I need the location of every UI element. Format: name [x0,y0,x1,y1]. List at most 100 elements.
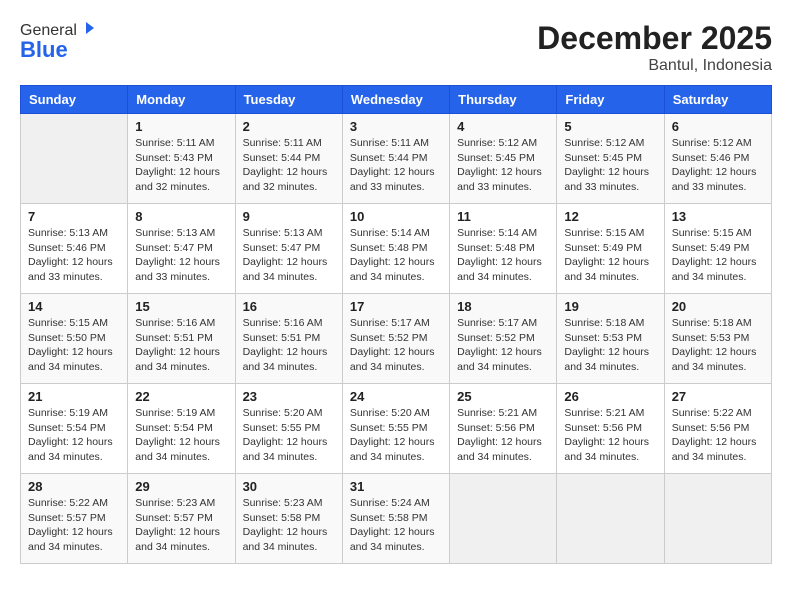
calendar-week-row: 28 Sunrise: 5:22 AMSunset: 5:57 PMDaylig… [21,474,772,564]
calendar-cell: 23 Sunrise: 5:20 AMSunset: 5:55 PMDaylig… [235,384,342,474]
calendar-cell: 24 Sunrise: 5:20 AMSunset: 5:55 PMDaylig… [342,384,449,474]
day-info: Sunrise: 5:14 AMSunset: 5:48 PMDaylight:… [350,227,435,283]
day-number: 6 [672,119,764,134]
day-info: Sunrise: 5:19 AMSunset: 5:54 PMDaylight:… [135,407,220,463]
calendar-cell: 19 Sunrise: 5:18 AMSunset: 5:53 PMDaylig… [557,294,664,384]
calendar-cell [21,114,128,204]
calendar-cell: 11 Sunrise: 5:14 AMSunset: 5:48 PMDaylig… [450,204,557,294]
day-number: 28 [28,479,120,494]
calendar-cell: 5 Sunrise: 5:12 AMSunset: 5:45 PMDayligh… [557,114,664,204]
day-number: 1 [135,119,227,134]
calendar-cell: 12 Sunrise: 5:15 AMSunset: 5:49 PMDaylig… [557,204,664,294]
calendar-cell [557,474,664,564]
weekday-header-monday: Monday [128,86,235,114]
day-number: 9 [243,209,335,224]
day-info: Sunrise: 5:16 AMSunset: 5:51 PMDaylight:… [135,317,220,373]
calendar-cell: 26 Sunrise: 5:21 AMSunset: 5:56 PMDaylig… [557,384,664,474]
day-info: Sunrise: 5:12 AMSunset: 5:46 PMDaylight:… [672,137,757,193]
day-info: Sunrise: 5:20 AMSunset: 5:55 PMDaylight:… [350,407,435,463]
day-info: Sunrise: 5:18 AMSunset: 5:53 PMDaylight:… [564,317,649,373]
day-number: 11 [457,209,549,224]
calendar-cell: 4 Sunrise: 5:12 AMSunset: 5:45 PMDayligh… [450,114,557,204]
calendar-cell: 6 Sunrise: 5:12 AMSunset: 5:46 PMDayligh… [664,114,771,204]
calendar-week-row: 7 Sunrise: 5:13 AMSunset: 5:46 PMDayligh… [21,204,772,294]
calendar-cell [664,474,771,564]
day-info: Sunrise: 5:14 AMSunset: 5:48 PMDaylight:… [457,227,542,283]
day-info: Sunrise: 5:13 AMSunset: 5:47 PMDaylight:… [135,227,220,283]
weekday-header-thursday: Thursday [450,86,557,114]
calendar-cell: 15 Sunrise: 5:16 AMSunset: 5:51 PMDaylig… [128,294,235,384]
title-block: December 2025 Bantul, Indonesia [537,20,772,75]
day-number: 15 [135,299,227,314]
weekday-header-tuesday: Tuesday [235,86,342,114]
calendar-cell: 1 Sunrise: 5:11 AMSunset: 5:43 PMDayligh… [128,114,235,204]
logo-bird-icon [78,20,94,36]
day-info: Sunrise: 5:11 AMSunset: 5:44 PMDaylight:… [350,137,435,193]
calendar-cell: 13 Sunrise: 5:15 AMSunset: 5:49 PMDaylig… [664,204,771,294]
calendar-cell: 16 Sunrise: 5:16 AMSunset: 5:51 PMDaylig… [235,294,342,384]
calendar-cell: 30 Sunrise: 5:23 AMSunset: 5:58 PMDaylig… [235,474,342,564]
day-info: Sunrise: 5:15 AMSunset: 5:49 PMDaylight:… [564,227,649,283]
day-info: Sunrise: 5:23 AMSunset: 5:58 PMDaylight:… [243,497,328,553]
day-info: Sunrise: 5:16 AMSunset: 5:51 PMDaylight:… [243,317,328,373]
day-info: Sunrise: 5:20 AMSunset: 5:55 PMDaylight:… [243,407,328,463]
day-info: Sunrise: 5:22 AMSunset: 5:57 PMDaylight:… [28,497,113,553]
calendar-cell: 25 Sunrise: 5:21 AMSunset: 5:56 PMDaylig… [450,384,557,474]
calendar-cell: 2 Sunrise: 5:11 AMSunset: 5:44 PMDayligh… [235,114,342,204]
calendar-cell: 21 Sunrise: 5:19 AMSunset: 5:54 PMDaylig… [21,384,128,474]
calendar-cell: 31 Sunrise: 5:24 AMSunset: 5:58 PMDaylig… [342,474,449,564]
day-number: 17 [350,299,442,314]
weekday-header-row: SundayMondayTuesdayWednesdayThursdayFrid… [21,86,772,114]
calendar-week-row: 21 Sunrise: 5:19 AMSunset: 5:54 PMDaylig… [21,384,772,474]
day-info: Sunrise: 5:23 AMSunset: 5:57 PMDaylight:… [135,497,220,553]
day-info: Sunrise: 5:11 AMSunset: 5:43 PMDaylight:… [135,137,220,193]
day-info: Sunrise: 5:13 AMSunset: 5:46 PMDaylight:… [28,227,113,283]
weekday-header-sunday: Sunday [21,86,128,114]
calendar-cell: 18 Sunrise: 5:17 AMSunset: 5:52 PMDaylig… [450,294,557,384]
calendar-cell [450,474,557,564]
day-info: Sunrise: 5:11 AMSunset: 5:44 PMDaylight:… [243,137,328,193]
calendar-cell: 20 Sunrise: 5:18 AMSunset: 5:53 PMDaylig… [664,294,771,384]
day-number: 31 [350,479,442,494]
day-number: 26 [564,389,656,404]
day-number: 25 [457,389,549,404]
day-info: Sunrise: 5:18 AMSunset: 5:53 PMDaylight:… [672,317,757,373]
page-subtitle: Bantul, Indonesia [537,57,772,75]
day-info: Sunrise: 5:19 AMSunset: 5:54 PMDaylight:… [28,407,113,463]
day-number: 2 [243,119,335,134]
day-info: Sunrise: 5:21 AMSunset: 5:56 PMDaylight:… [564,407,649,463]
day-number: 13 [672,209,764,224]
day-number: 10 [350,209,442,224]
day-info: Sunrise: 5:15 AMSunset: 5:50 PMDaylight:… [28,317,113,373]
day-number: 16 [243,299,335,314]
day-number: 27 [672,389,764,404]
calendar-cell: 28 Sunrise: 5:22 AMSunset: 5:57 PMDaylig… [21,474,128,564]
day-number: 24 [350,389,442,404]
calendar-cell: 14 Sunrise: 5:15 AMSunset: 5:50 PMDaylig… [21,294,128,384]
day-number: 5 [564,119,656,134]
calendar-cell: 17 Sunrise: 5:17 AMSunset: 5:52 PMDaylig… [342,294,449,384]
day-info: Sunrise: 5:22 AMSunset: 5:56 PMDaylight:… [672,407,757,463]
calendar-cell: 22 Sunrise: 5:19 AMSunset: 5:54 PMDaylig… [128,384,235,474]
calendar-cell: 8 Sunrise: 5:13 AMSunset: 5:47 PMDayligh… [128,204,235,294]
logo-blue-text: Blue [20,37,68,63]
weekday-header-wednesday: Wednesday [342,86,449,114]
page-header: General Blue December 2025 Bantul, Indon… [20,20,772,75]
logo: General Blue [20,20,95,63]
day-info: Sunrise: 5:24 AMSunset: 5:58 PMDaylight:… [350,497,435,553]
day-number: 3 [350,119,442,134]
day-number: 22 [135,389,227,404]
day-info: Sunrise: 5:21 AMSunset: 5:56 PMDaylight:… [457,407,542,463]
day-info: Sunrise: 5:13 AMSunset: 5:47 PMDaylight:… [243,227,328,283]
weekday-header-friday: Friday [557,86,664,114]
day-number: 30 [243,479,335,494]
calendar-cell: 10 Sunrise: 5:14 AMSunset: 5:48 PMDaylig… [342,204,449,294]
calendar-table: SundayMondayTuesdayWednesdayThursdayFrid… [20,85,772,564]
day-number: 29 [135,479,227,494]
calendar-week-row: 14 Sunrise: 5:15 AMSunset: 5:50 PMDaylig… [21,294,772,384]
calendar-cell: 9 Sunrise: 5:13 AMSunset: 5:47 PMDayligh… [235,204,342,294]
day-info: Sunrise: 5:15 AMSunset: 5:49 PMDaylight:… [672,227,757,283]
calendar-cell: 7 Sunrise: 5:13 AMSunset: 5:46 PMDayligh… [21,204,128,294]
day-number: 8 [135,209,227,224]
day-number: 18 [457,299,549,314]
